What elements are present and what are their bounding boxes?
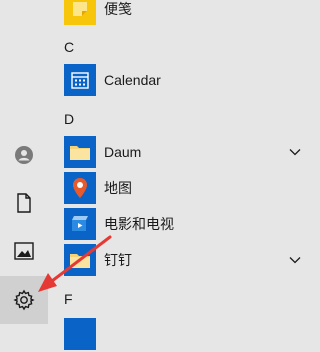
calendar-icon (64, 64, 96, 96)
document-icon (17, 193, 31, 213)
folder-icon (64, 136, 96, 168)
group-header-d[interactable]: D (64, 111, 74, 127)
app-label: 电影和电视 (104, 216, 174, 232)
rail-pictures-button[interactable] (0, 229, 48, 273)
app-item-calendar[interactable]: Calendar (48, 62, 313, 98)
app-item-maps[interactable]: 地图 (48, 170, 313, 206)
app-label: 钉钉 (104, 252, 132, 268)
rail-user-button[interactable] (0, 133, 48, 177)
app-label: Calendar (104, 72, 161, 88)
maps-pin-icon (64, 172, 96, 204)
rail-settings-button[interactable] (0, 276, 48, 324)
chevron-down-icon[interactable] (289, 256, 301, 264)
rail-documents-button[interactable] (0, 181, 48, 225)
app-item-dingtalk[interactable]: 钉钉 (48, 242, 313, 278)
pictures-icon (14, 242, 34, 260)
movies-tv-icon (64, 208, 96, 240)
start-menu-rail (0, 0, 48, 328)
app-item-partial[interactable] (48, 316, 313, 352)
app-list: 便笺 C Calendar D Daum 地图 电影和电视 钉钉 F (48, 0, 313, 350)
app-label: Daum (104, 144, 142, 160)
app-item-sticky-notes[interactable]: 便笺 (48, 0, 313, 27)
folder-icon (64, 244, 96, 276)
app-item-movies-tv[interactable]: 电影和电视 (48, 206, 313, 242)
group-header-c[interactable]: C (64, 39, 74, 55)
chevron-down-icon[interactable] (289, 148, 301, 156)
group-header-f[interactable]: F (64, 291, 73, 307)
settings-gear-icon (13, 289, 35, 311)
app-item-daum[interactable]: Daum (48, 134, 313, 170)
user-icon (15, 146, 33, 164)
partial-app-icon (64, 318, 96, 350)
app-label: 便笺 (104, 1, 132, 17)
sticky-notes-icon (64, 0, 96, 25)
app-label: 地图 (104, 180, 132, 196)
